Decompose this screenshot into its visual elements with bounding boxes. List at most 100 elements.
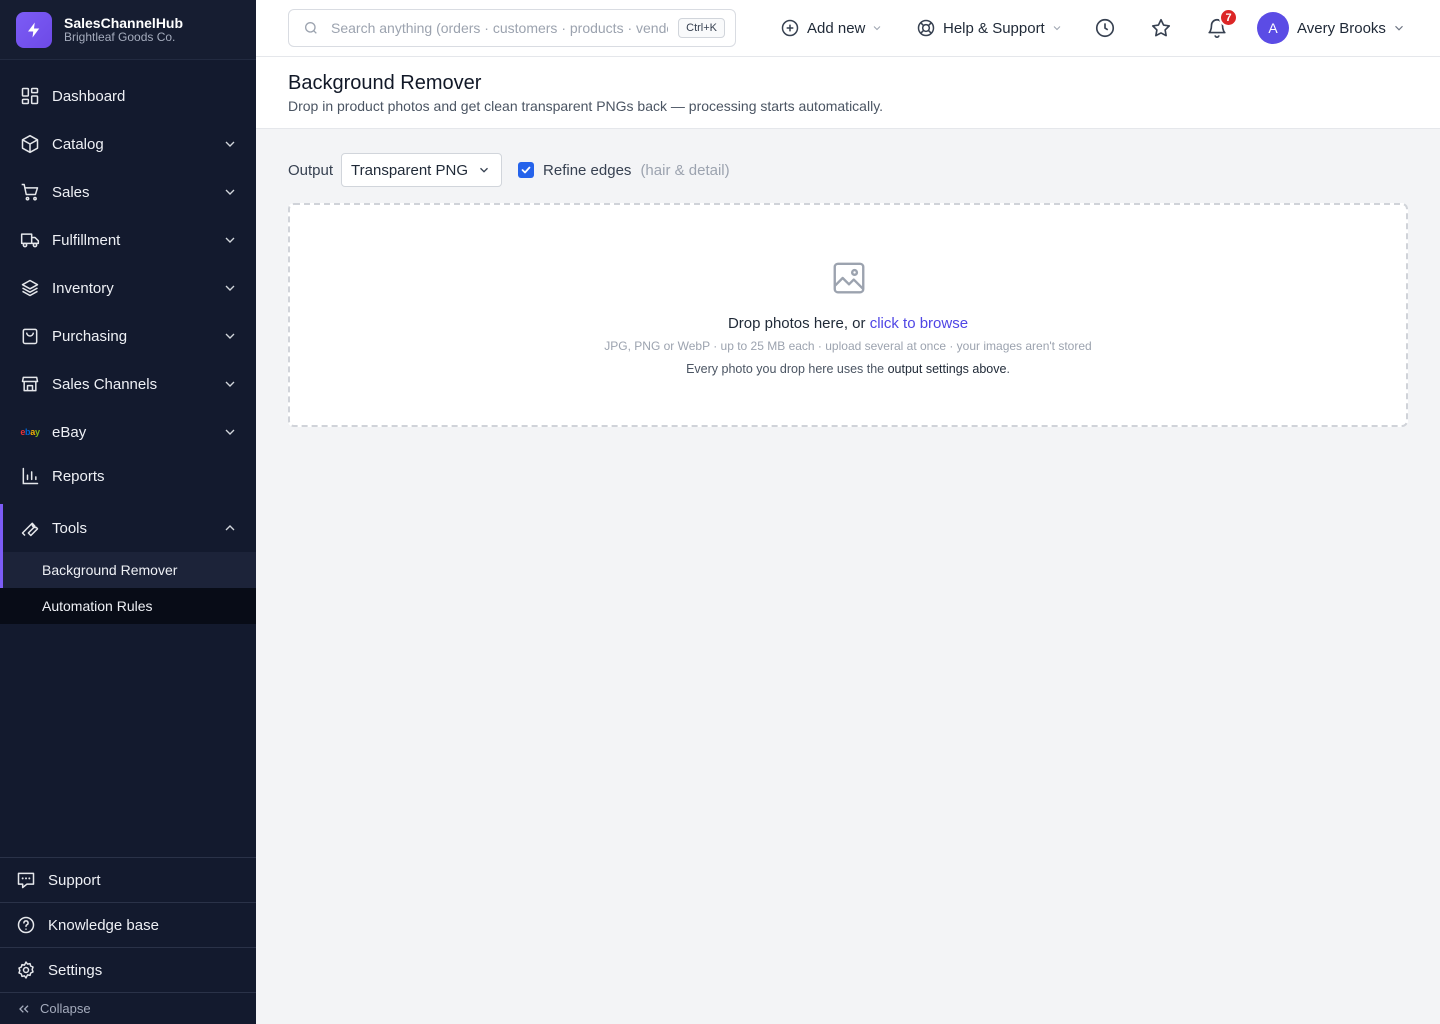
chevron-down-icon — [874, 26, 881, 31]
chevron-down-icon — [225, 381, 235, 387]
search-input[interactable] — [331, 20, 669, 36]
sidebar-item-label: Purchasing — [52, 327, 128, 345]
sidebar-item-label: Knowledge base — [48, 916, 159, 934]
bolt-icon — [16, 11, 52, 48]
sidebar-item-dashboard[interactable]: Dashboard — [0, 72, 256, 120]
sidebar-item-tools[interactable]: Tools — [0, 504, 256, 552]
sidebar-item-ebay[interactable]: ebay eBay — [0, 408, 256, 456]
dropzone-main-text: Drop photos here, or click to browse — [290, 315, 1406, 332]
brand-name: SalesChannelHub — [64, 14, 184, 31]
avatar: A — [1257, 12, 1289, 44]
question-circle-icon — [16, 915, 36, 935]
star-icon — [1151, 18, 1171, 37]
sidebar-item-sales[interactable]: Sales — [0, 168, 256, 216]
page-title: Background Remover — [288, 72, 482, 94]
sidebar-item-knowledge-base[interactable]: Knowledge base — [0, 902, 256, 947]
gear-icon — [16, 960, 36, 980]
note-strong: output settings above — [887, 362, 1007, 376]
favorites-button[interactable] — [1148, 15, 1174, 41]
bar-chart-icon — [20, 466, 40, 486]
page-header: Background Remover Drop in product photo… — [256, 57, 1440, 129]
sidebar-item-catalog[interactable]: Catalog — [0, 120, 256, 168]
sidebar-item-label: Fulfillment — [52, 231, 121, 249]
chevron-down-icon — [225, 141, 235, 147]
sidebar-item-label: Settings — [48, 961, 103, 979]
sidebar-item-label: Reports — [52, 467, 105, 485]
help-support-label: Help & Support — [943, 19, 1045, 37]
plus-circle-icon — [780, 18, 800, 38]
sidebar-collapse-button[interactable]: Collapse — [0, 992, 256, 1024]
chevron-down-icon — [480, 167, 488, 173]
dashboard-icon — [20, 86, 40, 106]
shortcut-hint: Ctrl+K — [678, 18, 725, 38]
user-menu[interactable]: A Avery Brooks — [1257, 12, 1406, 44]
dropzone-instructions: Drop photos here, or — [727, 315, 870, 332]
history-button[interactable] — [1092, 15, 1118, 41]
topbar: Ctrl+K Add new Help & Support 7 A Avery … — [256, 0, 1440, 57]
sidebar-footer: Support Knowledge base Settings Collapse — [0, 857, 256, 1024]
clock-icon — [1095, 18, 1115, 38]
sidebar-item-label: Catalog — [52, 135, 104, 153]
sidebar-item-label: Dashboard — [52, 87, 126, 105]
refine-edges-label[interactable]: Refine edges — [543, 162, 631, 179]
bag-icon — [20, 326, 40, 346]
sidebar-item-label: Support — [48, 871, 101, 889]
sidebar-item-support[interactable]: Support — [0, 857, 256, 902]
photo-dropzone[interactable]: Drop photos here, or click to browse JPG… — [288, 203, 1408, 427]
output-label: Output — [288, 161, 334, 179]
note-prefix: Every photo you drop here uses the — [686, 362, 888, 376]
chevron-down-icon — [225, 429, 235, 435]
help-support-button[interactable]: Help & Support — [916, 0, 1063, 56]
dropzone-formats: JPG, PNG or WebP · up to 25 MB each · up… — [604, 339, 1092, 353]
search-box[interactable]: Ctrl+K — [288, 9, 736, 47]
notifications-button[interactable]: 7 — [1204, 8, 1238, 41]
note-suffix: . — [1006, 362, 1010, 376]
image-icon — [833, 262, 865, 294]
brand-org: Brightleaf Goods Co. — [64, 29, 176, 44]
output-format-select[interactable]: Transparent PNG — [341, 153, 503, 187]
chevron-down-icon — [225, 333, 235, 339]
sidebar-item-label: Inventory — [52, 279, 114, 297]
lifebuoy-icon — [916, 18, 936, 38]
sidebar-nav: Dashboard Catalog Sales Fulfillment Inve… — [0, 72, 256, 624]
cart-icon — [20, 182, 40, 202]
chevron-down-icon — [1395, 25, 1403, 31]
dropzone-note: Every photo you drop here uses the outpu… — [290, 362, 1406, 376]
layers-icon — [20, 278, 40, 298]
browse-link[interactable]: click to browse — [870, 315, 968, 332]
chevron-down-icon — [225, 285, 235, 291]
sidebar-item-label: Sales Channels — [52, 375, 158, 393]
store-icon — [20, 374, 40, 394]
chevron-down-icon — [225, 189, 235, 195]
notification-badge: 7 — [1219, 8, 1238, 27]
add-new-button[interactable]: Add new — [780, 0, 883, 56]
output-controls: Output Transparent PNG Refine edges (hai… — [288, 153, 730, 187]
check-icon — [521, 166, 531, 174]
chevrons-left-icon — [16, 1001, 32, 1017]
chevron-down-icon — [1053, 26, 1061, 31]
truck-icon — [20, 230, 40, 250]
add-new-label: Add new — [807, 19, 866, 37]
sidebar-item-inventory[interactable]: Inventory — [0, 264, 256, 312]
sidebar-item-label: eBay — [52, 423, 87, 441]
sidebar-item-label: Tools — [52, 519, 88, 537]
sidebar-subitem-automation-rules[interactable]: Automation Rules — [0, 588, 256, 624]
box-icon — [20, 134, 40, 154]
refine-edges-hint: (hair & detail) — [640, 161, 730, 179]
sidebar-item-reports[interactable]: Reports — [0, 456, 256, 496]
chevron-up-icon — [225, 525, 235, 531]
chat-icon — [16, 870, 36, 890]
refine-edges-checkbox[interactable] — [518, 162, 535, 178]
sidebar-item-sales-channels[interactable]: Sales Channels — [0, 360, 256, 408]
sidebar-item-label: Sales — [52, 183, 90, 201]
ebay-logo: ebay — [20, 427, 40, 437]
wrench-icon — [20, 518, 40, 538]
sidebar-subitem-background-remover[interactable]: Background Remover — [0, 552, 256, 588]
search-icon — [305, 22, 317, 34]
output-format-value: Transparent PNG — [351, 161, 469, 179]
brand-header[interactable]: SalesChannelHub Brightleaf Goods Co. — [0, 0, 256, 60]
sidebar-item-fulfillment[interactable]: Fulfillment — [0, 216, 256, 264]
sidebar-item-purchasing[interactable]: Purchasing — [0, 312, 256, 360]
user-name: Avery Brooks — [1297, 19, 1386, 37]
sidebar-item-settings[interactable]: Settings — [0, 947, 256, 992]
